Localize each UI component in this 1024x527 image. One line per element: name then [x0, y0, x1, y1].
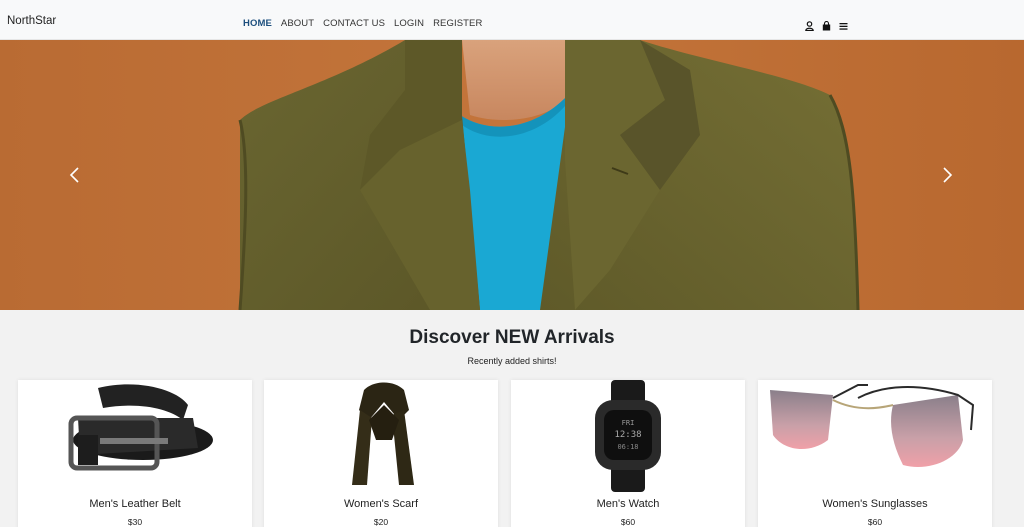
- product-name: Women's Sunglasses: [822, 498, 928, 510]
- section-title: Discover NEW Arrivals: [409, 327, 615, 348]
- product-name: Men's Watch: [596, 498, 660, 510]
- product-price: $30: [127, 517, 143, 527]
- nav-link-home[interactable]: HOME: [243, 18, 272, 29]
- sunglasses-image: [758, 380, 992, 492]
- nav-link-login[interactable]: LOGIN: [394, 18, 424, 29]
- menu-icon[interactable]: [839, 18, 848, 30]
- watch-image: FRI 12:38 06:18: [511, 380, 745, 492]
- product-name: Women's Scarf: [343, 498, 419, 510]
- product-card[interactable]: FRI 12:38 06:18 Men's Watch $60: [511, 380, 745, 527]
- section-subtitle: Recently added shirts!: [467, 356, 557, 366]
- product-price: $20: [373, 517, 389, 527]
- brand-logo[interactable]: NorthStar: [7, 15, 56, 27]
- product-price: $60: [620, 517, 636, 527]
- product-card[interactable]: Women's Sunglasses $60: [758, 380, 992, 527]
- product-name: Men's Leather Belt: [89, 498, 181, 510]
- nav-link-register[interactable]: REGISTER: [433, 18, 482, 29]
- nav-icons: [805, 18, 848, 32]
- svg-text:FRI: FRI: [622, 419, 635, 427]
- navbar: NorthStar HOME ABOUT CONTACT US LOGIN RE…: [0, 0, 1024, 40]
- shopping-bag-icon[interactable]: [822, 18, 831, 31]
- nav-links: HOME ABOUT CONTACT US LOGIN REGISTER: [243, 18, 491, 29]
- user-icon[interactable]: [805, 18, 814, 32]
- belt-image: [18, 380, 252, 492]
- carousel-next-icon[interactable]: [939, 165, 955, 185]
- nav-link-about[interactable]: ABOUT: [281, 18, 314, 29]
- svg-text:06:18: 06:18: [617, 443, 638, 451]
- svg-text:12:38: 12:38: [614, 430, 641, 440]
- carousel-prev-icon[interactable]: [67, 165, 83, 185]
- scarf-image: [264, 380, 498, 492]
- hero-image: [0, 40, 1024, 310]
- product-card[interactable]: Men's Leather Belt $30: [18, 380, 252, 527]
- product-price: $60: [867, 517, 883, 527]
- nav-link-contact[interactable]: CONTACT US: [323, 18, 385, 29]
- hero-carousel: [0, 40, 1024, 310]
- product-card[interactable]: Women's Scarf $20: [264, 380, 498, 527]
